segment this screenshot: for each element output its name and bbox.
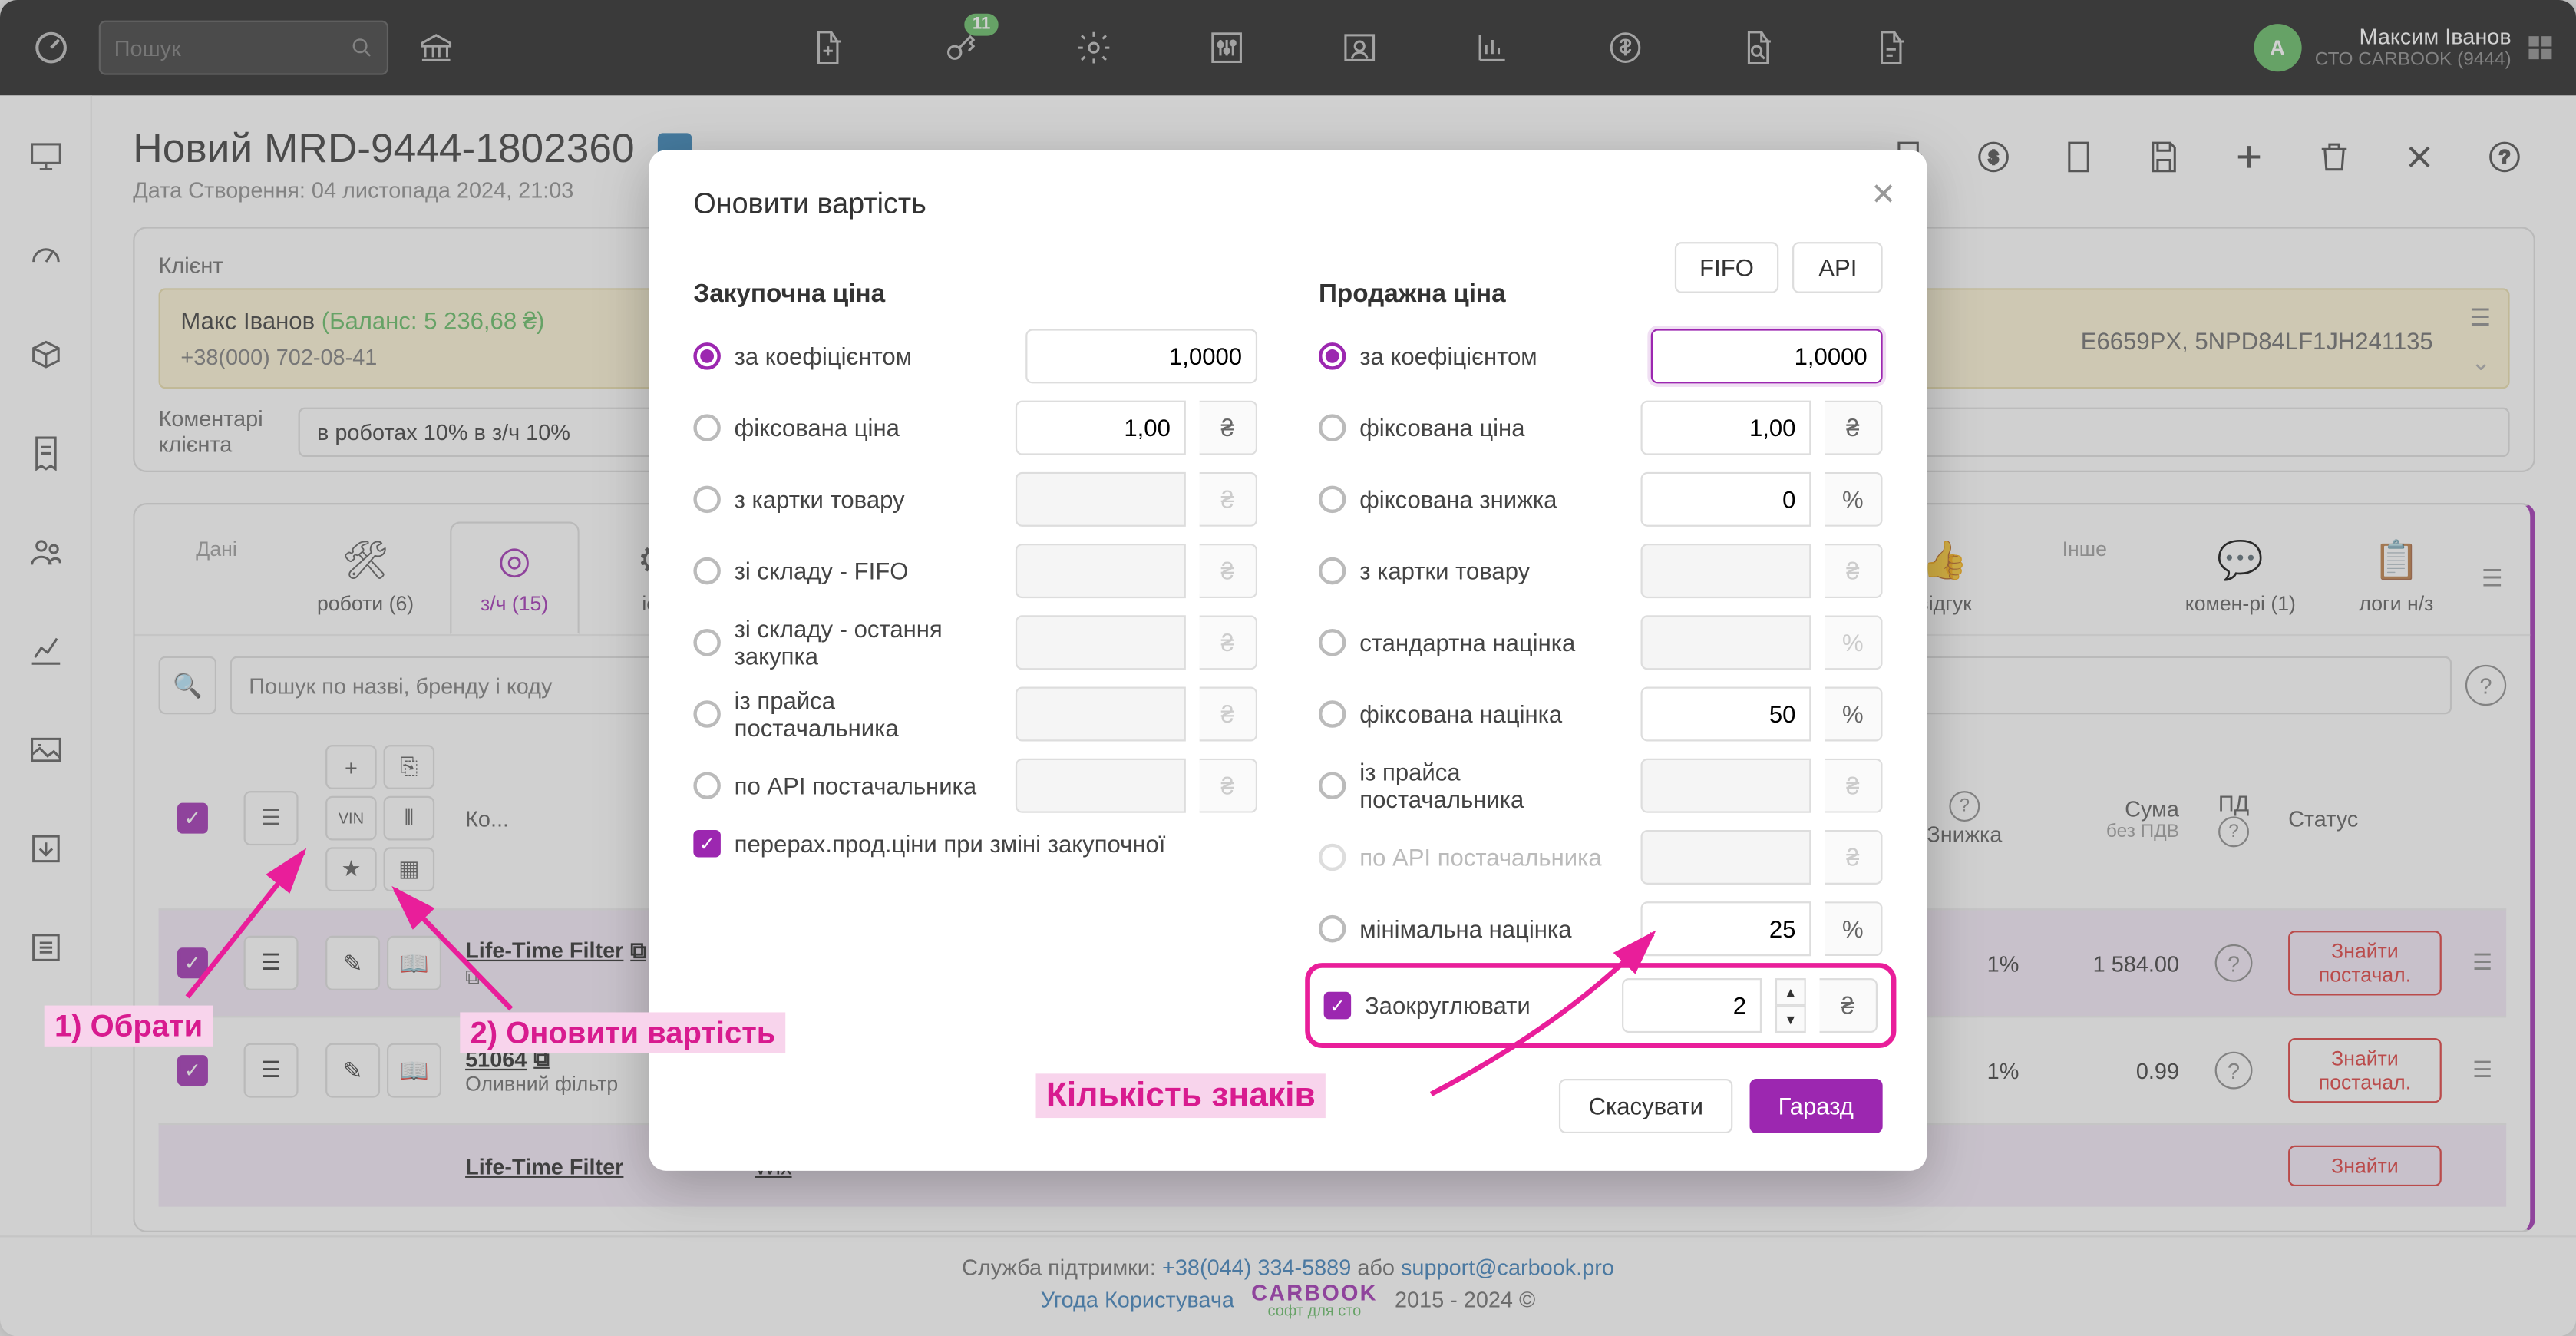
purchase-fifo-radio[interactable] xyxy=(693,557,721,585)
purchase-fixed-input[interactable] xyxy=(1016,401,1186,455)
api-btn[interactable]: API xyxy=(1793,242,1883,293)
sale-disc-input[interactable] xyxy=(1640,472,1811,527)
sale-disc-radio[interactable] xyxy=(1319,486,1346,514)
purchase-fixed-radio[interactable] xyxy=(693,414,721,441)
sale-fixed-input[interactable] xyxy=(1640,401,1811,455)
sale-min-input[interactable] xyxy=(1640,901,1811,956)
cancel-button[interactable]: Скасувати xyxy=(1560,1079,1732,1133)
purchase-api-radio[interactable] xyxy=(693,772,721,799)
purchase-coef-radio[interactable] xyxy=(693,342,721,370)
round-down[interactable]: ▼ xyxy=(1775,1006,1806,1033)
purchase-coef-input[interactable] xyxy=(1025,329,1257,383)
purchase-last-radio[interactable] xyxy=(693,629,721,656)
round-checkbox[interactable]: ✓ xyxy=(1324,992,1352,1020)
modal-title: Оновити вартість xyxy=(693,187,1882,221)
update-cost-modal: Оновити вартість ✕ FIFO API Закупочна ці… xyxy=(649,150,1927,1171)
sale-fmrk-input[interactable] xyxy=(1640,686,1811,741)
ok-button[interactable]: Гаразд xyxy=(1749,1079,1883,1133)
sale-fixed-radio[interactable] xyxy=(1319,414,1346,441)
purchase-title: Закупочна ціна xyxy=(693,279,1257,309)
round-input[interactable] xyxy=(1622,978,1762,1033)
recalc-checkbox[interactable]: ✓ xyxy=(693,830,721,858)
fifo-btn[interactable]: FIFO xyxy=(1674,242,1779,293)
sale-card-radio[interactable] xyxy=(1319,557,1346,585)
purchase-card-radio[interactable] xyxy=(693,486,721,514)
sale-coef-radio[interactable] xyxy=(1319,342,1346,370)
modal-close-icon[interactable]: ✕ xyxy=(1871,177,1897,213)
sale-std-radio[interactable] xyxy=(1319,629,1346,656)
sale-supplier-radio[interactable] xyxy=(1319,772,1346,799)
sale-fmrk-radio[interactable] xyxy=(1319,700,1346,728)
round-up[interactable]: ▲ xyxy=(1775,978,1806,1006)
sale-min-radio[interactable] xyxy=(1319,915,1346,943)
sale-api-radio xyxy=(1319,844,1346,871)
purchase-supplier-radio[interactable] xyxy=(693,700,721,728)
sale-coef-input[interactable] xyxy=(1651,329,1883,383)
